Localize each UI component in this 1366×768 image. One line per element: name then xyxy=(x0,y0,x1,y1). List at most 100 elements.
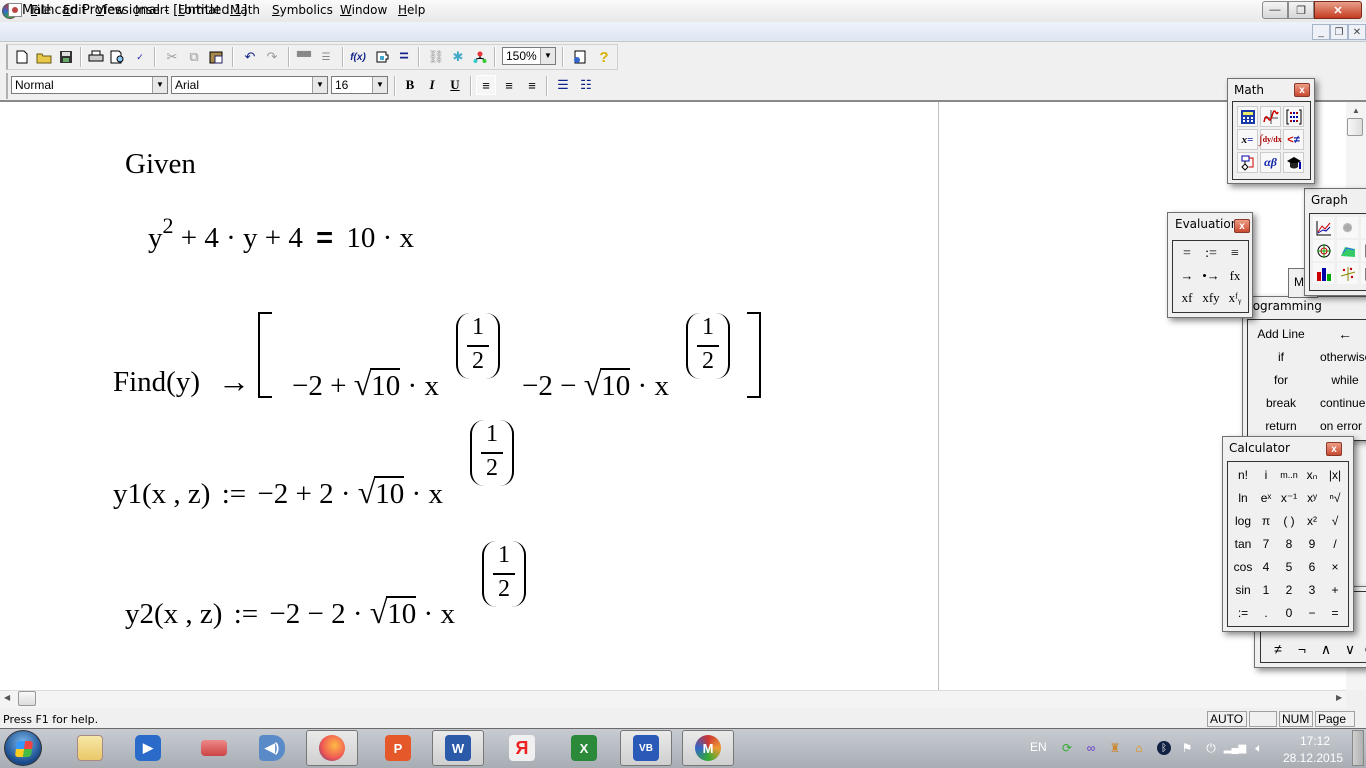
calc-plus[interactable]: + xyxy=(1324,579,1346,601)
bullet-list-icon[interactable]: ☰ xyxy=(553,75,573,95)
eval-symbolic[interactable]: → xyxy=(1175,265,1199,287)
calculator-palette-close-icon[interactable]: x xyxy=(1326,442,1342,456)
surface-plot-icon[interactable] xyxy=(1337,240,1358,261)
find-solution-1[interactable]: −2 + √10 · x xyxy=(292,366,439,403)
menu-window[interactable]: Window xyxy=(340,3,387,17)
taskbar-volume-app[interactable]: ◀) xyxy=(246,730,298,766)
calculate-icon[interactable]: = xyxy=(394,47,414,67)
calculator-toolbar-icon[interactable] xyxy=(1237,106,1258,127)
calc-equals[interactable]: = xyxy=(1324,602,1346,624)
calc-power[interactable]: xʸ xyxy=(1301,487,1323,509)
prog-add-line[interactable]: Add Line xyxy=(1248,324,1314,344)
calc-digit-8[interactable]: 8 xyxy=(1278,533,1300,555)
taskbar-mathcad[interactable]: M xyxy=(682,730,734,766)
calc-square-root[interactable]: √ xyxy=(1324,510,1346,532)
document-icon[interactable] xyxy=(8,3,22,17)
boolean-and[interactable]: ∧ xyxy=(1317,640,1335,658)
print-preview-icon[interactable] xyxy=(108,47,128,67)
align-left-icon[interactable]: ≡ xyxy=(476,75,496,95)
bar-plot-3d-icon[interactable] xyxy=(1313,263,1334,284)
new-document-icon[interactable] xyxy=(12,47,32,67)
help-icon[interactable]: ? xyxy=(594,47,614,67)
eval-keyword-symbolic[interactable]: •→ xyxy=(1199,265,1223,287)
calc-digit-2[interactable]: 2 xyxy=(1278,579,1300,601)
prog-continue[interactable]: continue xyxy=(1320,393,1366,413)
font-size-combo[interactable]: 16 ▼ xyxy=(331,76,388,94)
horizontal-scrollbar[interactable] xyxy=(0,690,1346,708)
paste-icon[interactable] xyxy=(206,47,226,67)
taskbar-firefox[interactable] xyxy=(306,730,358,766)
calc-digit-4[interactable]: 4 xyxy=(1255,556,1277,578)
boolean-not-equal[interactable]: ≠ xyxy=(1269,640,1287,658)
boolean-toolbar-icon[interactable]: < ≠ xyxy=(1283,129,1304,150)
taskbar-excel[interactable]: X xyxy=(558,730,610,766)
prog-otherwise[interactable]: otherwise xyxy=(1320,347,1366,367)
link-tray-icon[interactable]: ∞ xyxy=(1084,741,1098,755)
scroll-right-icon[interactable]: ▶ xyxy=(1336,693,1342,702)
menu-math[interactable]: Math xyxy=(230,3,260,17)
prog-for[interactable]: for xyxy=(1248,370,1314,390)
calc-digit-3[interactable]: 3 xyxy=(1301,579,1323,601)
calc-inverse[interactable]: x⁻¹ xyxy=(1278,487,1300,509)
calculus-toolbar-icon[interactable]: ∫ dy/dx xyxy=(1259,129,1282,150)
menu-format[interactable]: Format xyxy=(178,3,220,17)
language-indicator[interactable]: EN xyxy=(1030,740,1047,754)
find-solution-2[interactable]: −2 − √10 · x xyxy=(522,366,669,403)
calc-parentheses[interactable]: ( ) xyxy=(1278,510,1300,532)
surface-plot-disabled-icon[interactable]: ⋰ xyxy=(1361,217,1366,238)
given-keyword[interactable]: Given xyxy=(125,148,196,181)
y1-definition[interactable]: y1(x , z) := −2 + 2 · √10 · x xyxy=(113,474,443,511)
align-center-icon[interactable]: ≡ xyxy=(499,75,519,95)
eval-definition[interactable]: := xyxy=(1199,243,1223,265)
evaluation-palette-close-icon[interactable]: x xyxy=(1234,219,1250,233)
print-icon[interactable] xyxy=(86,47,106,67)
polar-plot-icon[interactable] xyxy=(1313,240,1334,261)
find-label[interactable]: Find(y) xyxy=(113,366,200,399)
boolean-xor[interactable]: ⊕ xyxy=(1361,640,1366,658)
vertical-scroll-thumb[interactable] xyxy=(1347,118,1363,136)
zoom-combo[interactable]: 150% ▼ xyxy=(502,47,556,65)
eval-infix-operator[interactable]: xfy xyxy=(1199,287,1223,309)
calc-factorial[interactable]: n! xyxy=(1232,464,1254,486)
xy-plot-icon[interactable] xyxy=(1313,217,1334,238)
calc-absolute-value[interactable]: |x| xyxy=(1324,464,1346,486)
insert-component-icon[interactable]: ✱ xyxy=(448,47,468,67)
eval-treefix-operator[interactable]: xᶠᵧ xyxy=(1223,287,1247,309)
calc-cos[interactable]: cos xyxy=(1232,556,1254,578)
math-palette-close-icon[interactable]: x xyxy=(1294,83,1310,97)
calc-sin[interactable]: sin xyxy=(1232,579,1254,601)
calc-minus[interactable]: − xyxy=(1301,602,1323,624)
doc-close-button[interactable]: ✕ xyxy=(1348,24,1366,40)
maximize-button[interactable]: ❐ xyxy=(1288,1,1314,19)
run-matlab-icon[interactable] xyxy=(470,47,490,67)
close-button[interactable]: ✕ xyxy=(1314,1,1362,19)
scatter-plot-3d-icon[interactable] xyxy=(1337,263,1358,284)
start-button[interactable] xyxy=(4,730,42,766)
prog-on-error[interactable]: on error xyxy=(1320,416,1366,436)
insert-unit-icon[interactable] xyxy=(372,47,392,67)
calc-digit-0[interactable]: 0 xyxy=(1278,602,1300,624)
redo-icon[interactable]: ↷ xyxy=(262,47,282,67)
taskbar-explorer[interactable] xyxy=(64,730,116,766)
menu-file[interactable]: File xyxy=(31,3,51,17)
numbered-list-icon[interactable]: ☷ xyxy=(576,75,596,95)
prog-while[interactable]: while xyxy=(1314,370,1366,390)
menu-insert[interactable]: Insert xyxy=(135,3,169,17)
calc-multiply[interactable]: × xyxy=(1324,556,1346,578)
calc-log[interactable]: log xyxy=(1232,510,1254,532)
calc-nth-root[interactable]: ⁿ√ xyxy=(1324,487,1346,509)
underline-button[interactable]: U xyxy=(445,75,465,95)
eval-prefix-operator[interactable]: fx xyxy=(1223,265,1247,287)
eval-equals[interactable]: = xyxy=(1175,243,1199,265)
menu-symbolics[interactable]: Symbolics xyxy=(272,3,333,17)
matrix-toolbar-icon[interactable] xyxy=(1283,106,1304,127)
clock-date[interactable]: 28.12.2015 xyxy=(1283,751,1343,765)
chevron-down-icon[interactable]: ▼ xyxy=(540,48,555,64)
show-desktop-button[interactable] xyxy=(1352,730,1364,766)
menu-help[interactable]: Help xyxy=(398,3,425,17)
vector-field-plot-icon[interactable] xyxy=(1361,263,1366,284)
doc-restore-button[interactable]: ❐ xyxy=(1330,24,1348,40)
y2-definition[interactable]: y2(x , z) := −2 − 2 · √10 · x xyxy=(125,594,455,631)
spell-check-icon[interactable]: ✓ xyxy=(130,47,150,67)
signal-strength-icon[interactable]: ▂▄▆ xyxy=(1224,741,1246,755)
